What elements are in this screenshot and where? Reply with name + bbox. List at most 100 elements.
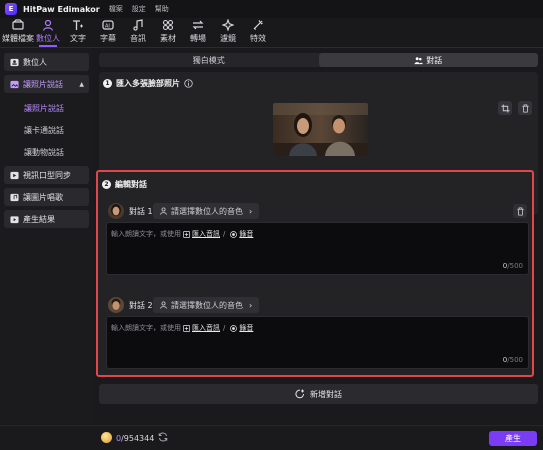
sidebar-item-label: 讓照片說話 — [23, 79, 63, 89]
menu-help[interactable]: 幫助 — [155, 4, 169, 14]
tool-text-label: 文字 — [70, 34, 86, 43]
select-voice-button[interactable]: 請選擇數位人的音色 › — [153, 203, 260, 219]
sidebar-sub-cartoon-talk[interactable]: 讓卡通說話 — [4, 119, 89, 141]
folder-play-icon — [10, 215, 19, 223]
dialog-text-input[interactable]: 輸入朗讀文字，或使用 匯入音訊 / 錄音 0/500 — [106, 316, 529, 369]
sidebar-item-label: 數位人 — [23, 57, 47, 67]
dialog-header: 對話 2 請選擇數位人的音色 › — [106, 295, 529, 315]
tool-media-label: 媒體檔案 — [2, 34, 34, 43]
trash-icon — [521, 103, 529, 113]
step1-title: 1 匯入多張臉部照片 — [103, 78, 193, 89]
tool-effects-label: 特效 — [250, 34, 266, 43]
sidebar-sub-animal-talk[interactable]: 讓動物說話 — [4, 141, 89, 163]
sidebar-item-label: 視訊口型同步 — [23, 170, 71, 180]
app-logo: E — [5, 3, 17, 15]
dialog-text-input[interactable]: 輸入朗讀文字，或使用 匯入音訊 / 錄音 0/500 — [106, 222, 529, 275]
crop-button[interactable] — [498, 101, 512, 115]
digital-human-icon — [42, 19, 54, 31]
app-title: HitPaw Edimakor — [23, 4, 100, 14]
step2-title-text: 編輯對話 — [115, 180, 147, 189]
plus-square-icon — [183, 324, 190, 332]
add-dialog-button[interactable]: 新增對話 — [99, 384, 538, 404]
title-bar: E HitPaw Edimakor 檔案 設定 幫助 — [0, 0, 543, 18]
import-audio-link[interactable]: 匯入音訊 — [183, 323, 220, 333]
char-counter: 0/500 — [503, 262, 523, 270]
sidebar-item-photo-talk[interactable]: 讓照片說話 ▲ — [4, 75, 89, 93]
add-dialog-label: 新增對話 — [310, 389, 342, 399]
placeholder-text: 輸入朗讀文字，或使用 — [111, 230, 181, 238]
menu-settings[interactable]: 設定 — [132, 4, 146, 14]
tool-assets[interactable]: 素材 — [153, 17, 183, 47]
tool-subtitle[interactable]: AI 字幕 — [93, 17, 123, 47]
main-toolbar: 媒體檔案 數位人 文字 AI 字幕 音訊 素材 轉場 濾鏡 特效 — [0, 18, 543, 48]
step-number: 1 — [103, 79, 112, 88]
chevron-right-icon: › — [249, 300, 253, 310]
plus-square-icon — [183, 230, 190, 238]
delete-photo-button[interactable] — [518, 101, 532, 115]
crop-icon — [500, 103, 510, 113]
menu-file[interactable]: 檔案 — [109, 4, 123, 14]
tab-dialogue-label: 對話 — [426, 55, 443, 65]
people-icon — [414, 56, 424, 64]
record-label: 錄音 — [239, 230, 254, 238]
select-voice-label: 請選擇數位人的音色 — [171, 300, 243, 310]
delete-dialog-button[interactable] — [513, 204, 527, 218]
app-logo-letter: E — [8, 5, 14, 13]
record-icon — [230, 230, 238, 238]
separator: / — [223, 230, 226, 238]
sidebar-item-label: 產生結果 — [23, 214, 55, 224]
import-audio-link[interactable]: 匯入音訊 — [183, 229, 220, 239]
svg-text:AI: AI — [105, 24, 110, 30]
step2-title: 2 編輯對話 — [102, 179, 147, 190]
char-max: /500 — [507, 262, 523, 270]
mode-tabs: 獨白模式 對話 — [99, 53, 538, 67]
tool-transition[interactable]: 轉場 — [183, 17, 213, 47]
filter-icon — [222, 19, 234, 31]
avatar — [108, 297, 124, 313]
tool-digital-human[interactable]: 數位人 — [33, 17, 63, 47]
text-placeholder: 輸入朗讀文字，或使用 匯入音訊 / 錄音 — [111, 323, 253, 333]
record-link[interactable]: 錄音 — [230, 323, 253, 333]
tool-audio[interactable]: 音訊 — [123, 17, 153, 47]
person-card-icon — [10, 58, 19, 66]
media-icon — [12, 19, 24, 30]
coin-icon — [101, 432, 112, 443]
transition-icon — [192, 20, 204, 30]
info-icon[interactable] — [184, 79, 193, 88]
record-link[interactable]: 錄音 — [230, 229, 253, 239]
sidebar: 數位人 讓照片說話 ▲ 讓照片說話 讓卡通說話 讓動物說話 視訊口型同步 讓圖片… — [0, 49, 93, 424]
video-lipsync-icon — [10, 171, 19, 179]
dialog-name: 對話 2 — [129, 300, 153, 310]
voice-person-icon — [160, 301, 167, 309]
add-dialog-icon — [295, 389, 304, 399]
sidebar-item-video-lipsync[interactable]: 視訊口型同步 — [4, 166, 89, 184]
tool-effects[interactable]: 特效 — [243, 17, 273, 47]
edit-dialog-card: 2 編輯對話 對話 1 請選擇數位人的音色 › 輸入朗讀文字，或使用 匯入音訊 … — [96, 170, 534, 377]
select-voice-label: 請選擇數位人的音色 — [171, 206, 243, 216]
char-counter: 0/500 — [503, 356, 523, 364]
record-label: 錄音 — [239, 324, 254, 332]
tool-filter[interactable]: 濾鏡 — [213, 17, 243, 47]
dialog-name: 對話 1 — [129, 206, 153, 216]
sidebar-item-digital-human[interactable]: 數位人 — [4, 53, 89, 71]
sidebar-item-photo-sing[interactable]: 讓圖片唱歌 — [4, 188, 89, 206]
tab-monologue[interactable]: 獨白模式 — [99, 53, 319, 67]
tab-dialogue[interactable]: 對話 — [318, 53, 538, 67]
chevron-up-icon: ▲ — [79, 80, 84, 88]
sidebar-item-results[interactable]: 產生結果 — [4, 210, 89, 228]
avatar — [108, 203, 124, 219]
separator: / — [223, 324, 226, 332]
generate-button[interactable]: 產生 — [489, 431, 537, 446]
import-audio-label: 匯入音訊 — [192, 230, 220, 238]
credits-total: /954344 — [121, 434, 155, 443]
uploaded-photo[interactable] — [273, 103, 368, 156]
tool-media[interactable]: 媒體檔案 — [2, 17, 34, 47]
tool-text[interactable]: 文字 — [63, 17, 93, 47]
sidebar-sub-photo-talk[interactable]: 讓照片說話 — [4, 97, 89, 119]
char-max: /500 — [507, 356, 523, 364]
refresh-icon[interactable] — [158, 432, 168, 442]
select-voice-button[interactable]: 請選擇數位人的音色 › — [153, 297, 260, 313]
subtitle-icon: AI — [102, 20, 114, 30]
effects-icon — [253, 20, 263, 30]
voice-person-icon — [160, 207, 167, 215]
